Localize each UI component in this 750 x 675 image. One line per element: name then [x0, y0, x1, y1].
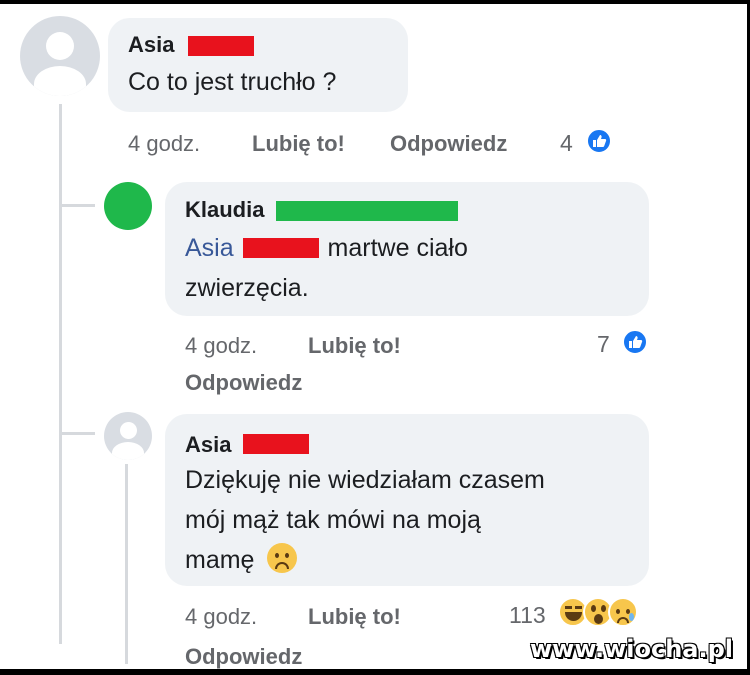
- like-icon: [622, 329, 648, 355]
- comment-text-line: zwierzęcia.: [185, 274, 309, 302]
- sad-icon: [608, 597, 638, 627]
- thread-line: [59, 104, 62, 644]
- redaction-bar: [242, 238, 319, 258]
- comment-text: Asia martwe ciało: [185, 230, 468, 266]
- like-link[interactable]: Lubię to!: [252, 131, 345, 157]
- avatar[interactable]: [20, 16, 100, 96]
- timestamp[interactable]: 4 godz.: [128, 131, 200, 157]
- author-name[interactable]: Asia: [128, 32, 174, 58]
- author-name[interactable]: Asia: [185, 432, 231, 458]
- like-link[interactable]: Lubię to!: [308, 604, 401, 630]
- redaction-bar: [243, 434, 309, 454]
- comment-text-word: mamę: [185, 546, 255, 574]
- comment-text-line: Dziękuję nie wiedziałam czasem: [185, 466, 545, 494]
- thread-line-reply: [125, 464, 128, 664]
- comment-thread: Asia Co to jest truchło ? 4 godz. Lubię …: [0, 4, 747, 669]
- avatar[interactable]: [104, 182, 152, 230]
- comment-text-line: mamę: [185, 542, 298, 578]
- author-name[interactable]: Klaudia: [185, 197, 264, 223]
- reaction-count[interactable]: 4: [560, 130, 573, 157]
- redaction-bar: [276, 201, 458, 221]
- thread-branch: [59, 432, 95, 435]
- reply-link[interactable]: Odpowiedz: [185, 370, 302, 396]
- watermark: www.wiocha.pl: [529, 635, 733, 663]
- like-link[interactable]: Lubię to!: [308, 333, 401, 359]
- reply-link[interactable]: Odpowiedz: [390, 131, 507, 157]
- avatar[interactable]: [104, 412, 152, 460]
- redaction-bar: [188, 36, 254, 56]
- thread-branch: [59, 204, 95, 207]
- comment-text-line: martwe ciało: [327, 234, 468, 262]
- sad-face-icon: [267, 543, 298, 573]
- reply-link[interactable]: Odpowiedz: [185, 644, 302, 669]
- reaction-count[interactable]: 113: [509, 602, 546, 629]
- comment-text: Co to jest truchło ?: [128, 68, 337, 96]
- timestamp[interactable]: 4 godz.: [185, 604, 257, 630]
- mention-link[interactable]: Asia: [185, 234, 234, 262]
- comment-text-line: mój mąż tak mówi na moją: [185, 506, 481, 534]
- like-icon: [586, 128, 612, 154]
- timestamp[interactable]: 4 godz.: [185, 333, 257, 359]
- reaction-count[interactable]: 7: [597, 331, 610, 358]
